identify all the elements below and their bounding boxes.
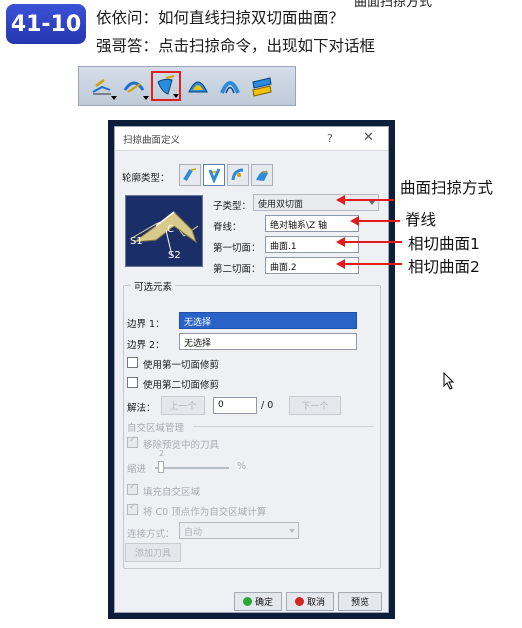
chevron-down-icon	[289, 529, 295, 533]
ok-button[interactable]: 确定	[234, 592, 282, 611]
adaptive-sweep-icon[interactable]	[119, 71, 149, 101]
dialog-titlebar: 扫掠曲面定义 ? ✕	[115, 127, 388, 151]
chevron-down-icon	[369, 201, 375, 205]
callout-tangent2: 相切曲面2	[408, 258, 480, 276]
sweep-tool-icon[interactable]	[87, 71, 117, 101]
connection-label: 连接方式：	[127, 529, 175, 540]
help-button[interactable]: ?	[327, 132, 333, 145]
trim-first-label: 使用第一切面修剪	[143, 360, 220, 371]
circle-profile-button[interactable]	[227, 164, 249, 186]
arrow-tangent1	[336, 237, 402, 247]
solution-field[interactable]: 0	[213, 397, 257, 414]
subtype-value: 使用双切面	[258, 200, 304, 210]
trim-second-checkbox[interactable]	[127, 377, 138, 388]
ok-label: 确定	[254, 598, 273, 608]
trim-second-label: 使用第二切面修剪	[143, 380, 220, 391]
section-divider	[193, 426, 373, 427]
subtype-label: 子类型：	[213, 201, 252, 212]
solution-label: 解法：	[127, 403, 156, 414]
c0-vertex-checkbox[interactable]	[127, 502, 138, 515]
add-blade-button[interactable]: 添加刀具	[125, 543, 181, 562]
answer-text: 强哥答：点击扫掠命令，出现如下对话框	[96, 37, 376, 55]
topic-badge: 41-10	[6, 4, 86, 44]
close-icon[interactable]: ✕	[363, 130, 374, 145]
mouse-cursor-icon	[443, 371, 455, 394]
first-tangent-label: 第一切面：	[213, 243, 261, 254]
solution-total: / 0	[261, 400, 274, 411]
shrink-slider-thumb[interactable]	[158, 461, 164, 473]
shrink-slider-track	[155, 467, 229, 469]
arrow-sweep-mode	[336, 195, 394, 205]
question-text: 依依问：如何直线扫掠双切面曲面？	[96, 9, 345, 27]
prev-solution-button[interactable]: 上一个	[161, 396, 205, 415]
connection-value: 自动	[184, 528, 203, 538]
surface-toolbar	[78, 66, 296, 106]
boundary1-label: 边界 1：	[127, 319, 165, 330]
trim-first-checkbox[interactable]	[127, 357, 138, 368]
boundary2-field[interactable]: 无选择	[179, 333, 357, 350]
boundary1-field[interactable]: 无选择	[179, 312, 357, 329]
subtype-select[interactable]: 使用双切面	[253, 194, 379, 211]
fill-icon[interactable]	[183, 71, 213, 101]
remove-blades-label: 移除预览中的刀具	[143, 440, 220, 451]
explicit-profile-button[interactable]	[179, 164, 201, 186]
preview-button[interactable]: 预览	[338, 592, 382, 611]
self-intersection-title: 自交区域管理	[127, 423, 185, 434]
next-solution-button[interactable]: 下一个	[289, 396, 341, 415]
blend-icon[interactable]	[247, 71, 277, 101]
shrink-unit: %	[237, 461, 247, 472]
line-profile-button[interactable]	[203, 164, 225, 186]
dialog-title: 扫掠曲面定义	[123, 134, 181, 146]
cropped-top-text: 曲面扫掠方式	[354, 0, 433, 10]
conic-profile-button[interactable]	[251, 164, 273, 186]
callout-tangent1: 相切曲面1	[408, 235, 480, 253]
preview-c-label: C	[167, 224, 174, 235]
c0-vertex-label: 将 C0 顶点作为自交区域计算	[143, 507, 267, 518]
boundary2-label-text: 边界 2：	[127, 340, 165, 351]
callout-sweep-mode: 曲面扫掠方式	[400, 179, 494, 197]
arrow-tangent2	[336, 259, 402, 269]
connection-select[interactable]: 自动	[179, 522, 299, 539]
arrow-spine	[350, 216, 400, 226]
cancel-icon	[294, 597, 304, 606]
fill-intersection-label: 填充自交区域	[143, 487, 201, 498]
sweep-icon[interactable]	[151, 71, 181, 101]
second-tangent-label: 第二切面：	[213, 264, 261, 275]
shrink-label: 缩进	[127, 464, 147, 475]
optional-group-title: 可选元素	[131, 279, 176, 293]
shrink-value: 2	[159, 449, 165, 458]
spine-field[interactable]: 绝对轴系\Z 轴	[265, 215, 359, 232]
profile-type-label: 轮廓类型：	[122, 173, 170, 184]
remove-blades-checkbox[interactable]	[127, 435, 138, 448]
spine-label: 脊线：	[213, 222, 242, 233]
sweep-preview-image	[131, 211, 199, 257]
cancel-button[interactable]: 取消	[286, 592, 334, 611]
preview-s1-label: S1	[130, 236, 143, 247]
multi-section-icon[interactable]	[215, 71, 245, 101]
preview-illustration: S1 S2 C	[125, 195, 203, 267]
cancel-label: 取消	[306, 598, 325, 608]
ok-icon	[242, 597, 252, 606]
callout-spine: 脊线	[405, 211, 437, 229]
fill-intersection-checkbox[interactable]	[127, 482, 138, 495]
preview-s2-label: S2	[168, 250, 181, 261]
